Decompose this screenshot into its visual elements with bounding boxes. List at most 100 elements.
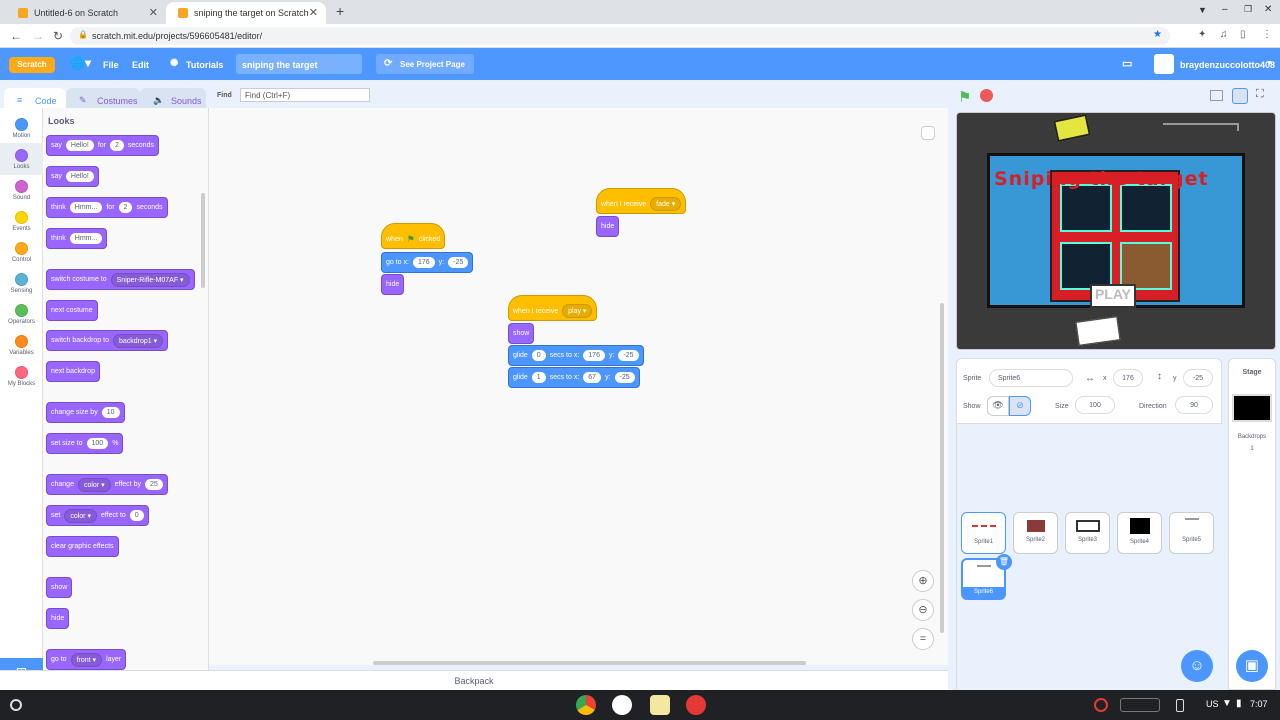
effect-dropdown[interactable]: color ▾	[64, 508, 97, 523]
category-sound[interactable]: Sound	[0, 174, 43, 206]
sprite-tile-sprite4[interactable]: Sprite4	[1117, 512, 1162, 554]
small-stage-icon[interactable]	[1210, 90, 1223, 101]
launcher-icon[interactable]	[10, 699, 22, 711]
message-dropdown[interactable]: fade ▾	[650, 197, 682, 211]
delete-sprite-trash-icon[interactable]: 🗑	[996, 554, 1012, 570]
block-next-backdrop[interactable]: next backdrop	[46, 361, 100, 382]
normal-stage-icon[interactable]	[1232, 88, 1248, 104]
sprite-paper[interactable]	[1075, 316, 1121, 346]
block-when-i-receive-play[interactable]: when I receive play ▾	[508, 295, 598, 321]
backpack[interactable]: Backpack	[0, 670, 948, 690]
block-input[interactable]: 67	[583, 372, 602, 383]
phone-hub-icon[interactable]	[1176, 699, 1184, 712]
block-input[interactable]: 2	[109, 140, 124, 151]
stylus-tools-icon[interactable]	[1120, 698, 1160, 712]
sprite-tile-sprite2[interactable]: Sprite2	[1013, 512, 1058, 554]
block-say[interactable]: say Hello!	[46, 166, 99, 187]
account-chevron-down-icon[interactable]: ▼	[1266, 60, 1273, 67]
find-input[interactable]: Find (Ctrl+F)	[240, 88, 370, 102]
media-icon[interactable]: ♫	[1220, 29, 1228, 40]
block-change-effect[interactable]: change color ▾ effect by 25	[46, 474, 168, 495]
reload-icon[interactable]: ↻	[53, 29, 63, 43]
file-menu[interactable]: File	[103, 60, 119, 70]
my-stuff-folder-icon[interactable]: ▭	[1122, 57, 1132, 70]
block-input[interactable]: 1	[531, 372, 546, 383]
side-panel-icon[interactable]: ▯	[1240, 29, 1246, 40]
zoom-out-button[interactable]: ⊖	[912, 599, 934, 621]
back-icon[interactable]: ←	[10, 29, 22, 43]
tutorials-menu[interactable]: Tutorials	[186, 60, 223, 70]
block-switch-backdrop[interactable]: switch backdrop to backdrop1 ▾	[46, 330, 169, 351]
close-window-icon[interactable]: ✕	[1264, 4, 1272, 15]
block-input[interactable]: -25	[618, 350, 639, 361]
costume-dropdown[interactable]: Sniper-Rifle-M07AF ▾	[110, 272, 190, 287]
block-input[interactable]: Hmm...	[69, 202, 103, 213]
category-operators[interactable]: Operators	[0, 298, 43, 330]
tab-search-icon[interactable]: ▼	[1198, 5, 1207, 15]
stop-sign-icon[interactable]	[980, 89, 993, 102]
restore-icon[interactable]: ❐	[1244, 4, 1252, 15]
category-variables[interactable]: Variables	[0, 329, 43, 361]
block-glide-to-xy[interactable]: glide 1 secs to x: 67 y: -25	[508, 367, 640, 388]
block-set-size[interactable]: set size to 100%	[46, 433, 124, 454]
bookmark-star-icon[interactable]: ★	[1153, 29, 1162, 40]
y-position-input[interactable]: -25	[1183, 369, 1213, 387]
block-input[interactable]: -25	[448, 257, 469, 268]
username[interactable]: braydenzuccolotto408	[1180, 60, 1275, 70]
sprite-name-input[interactable]: Sprite6	[989, 369, 1073, 387]
clock[interactable]: 7:07	[1250, 699, 1268, 709]
choose-backdrop-button[interactable]: ▣	[1236, 650, 1268, 682]
message-dropdown[interactable]: play ▾	[562, 304, 593, 318]
block-set-effect[interactable]: set color ▾ effect to 0	[46, 505, 149, 526]
choose-sprite-button[interactable]: ☺	[1181, 650, 1213, 682]
block-input[interactable]: 176	[583, 350, 605, 361]
scratch-logo[interactable]: Scratch	[9, 57, 55, 73]
game-app-icon[interactable]	[686, 695, 706, 715]
block-hide[interactable]: hide	[46, 608, 70, 629]
chrome-app-icon[interactable]	[576, 695, 596, 715]
screen-record-icon[interactable]	[1094, 698, 1108, 712]
sprite-tile-sprite3[interactable]: Sprite3	[1065, 512, 1110, 554]
block-hide[interactable]: hide	[381, 274, 405, 295]
block-input[interactable]: Hmm...	[69, 233, 103, 244]
category-motion[interactable]: Motion	[0, 112, 43, 144]
block-show[interactable]: show	[46, 577, 73, 598]
category-looks[interactable]: Looks	[0, 143, 43, 175]
new-tab-button[interactable]: +	[336, 3, 344, 19]
block-input[interactable]: 100	[86, 438, 109, 449]
block-when-flag-clicked[interactable]: when ⚑ clicked	[381, 223, 445, 249]
effect-dropdown[interactable]: color ▾	[77, 477, 111, 492]
stage[interactable]: Sniping the target PLAY	[956, 112, 1276, 350]
see-project-page-button[interactable]: ⟳ See Project Page	[376, 54, 474, 74]
project-title-input[interactable]: sniping the target	[236, 54, 362, 74]
block-input[interactable]: 2	[118, 202, 133, 213]
layer-dropdown[interactable]: front ▾	[70, 652, 103, 667]
block-switch-costume[interactable]: switch costume to Sniper-Rifle-M07AF ▾	[46, 269, 195, 290]
category-sensing[interactable]: Sensing	[0, 267, 43, 299]
block-input[interactable]: 0	[129, 510, 144, 521]
block-think-for[interactable]: think Hmm... for 2 seconds	[46, 197, 168, 218]
close-tab-icon[interactable]: ✕	[309, 6, 318, 19]
backdrop-dropdown[interactable]: backdrop1 ▾	[112, 333, 164, 348]
zoom-in-button[interactable]: ⊕	[912, 570, 934, 592]
sprite-tile-sprite5[interactable]: Sprite5	[1169, 512, 1214, 554]
block-when-i-receive-fade[interactable]: when I receive fade ▾	[596, 188, 687, 214]
block-hide[interactable]: hide	[596, 216, 620, 237]
block-input[interactable]: 0	[531, 350, 546, 361]
notes-app-icon[interactable]	[650, 695, 670, 715]
code-workspace[interactable]: when ⚑ clicked go to x: 176 y: -25 hide when …	[209, 108, 948, 665]
avatar[interactable]	[1154, 54, 1174, 74]
browser-tab-sniping[interactable]: sniping the target on Scratch ✕	[166, 2, 326, 24]
block-go-to-xy[interactable]: go to x: 176 y: -25	[381, 252, 474, 273]
block-input[interactable]: -25	[614, 372, 635, 383]
block-say-for[interactable]: say Hello! for 2 seconds	[46, 135, 159, 156]
keyboard-layout[interactable]: US	[1206, 699, 1219, 709]
files-app-icon[interactable]	[612, 695, 632, 715]
forward-icon[interactable]: →	[32, 29, 44, 43]
close-tab-icon[interactable]: ✕	[149, 6, 158, 19]
show-eye-icon[interactable]: 👁	[987, 396, 1009, 416]
block-input[interactable]: 25	[144, 479, 163, 490]
block-think[interactable]: think Hmm...	[46, 228, 108, 249]
block-input[interactable]: 176	[412, 257, 435, 268]
workspace-vertical-scrollbar[interactable]	[940, 303, 944, 633]
